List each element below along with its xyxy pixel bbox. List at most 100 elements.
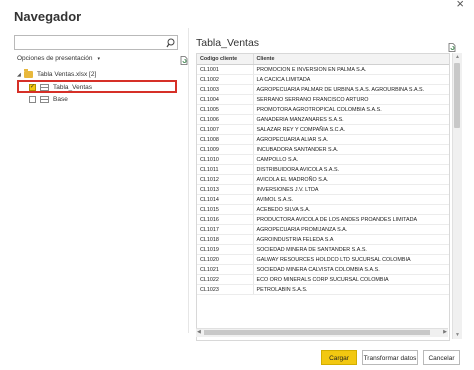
expand-caret-icon[interactable]: ◢	[17, 72, 24, 78]
cell-cliente: GALWAY RESOURCES HOLDCO LTD SUCURSAL COL…	[253, 254, 449, 265]
table-row: CL1001 PROMOCION E INVERSION EN PALMA S.A…	[197, 64, 449, 75]
cell-cliente: ECO ORO MINERALS CORP SUCURSAL COLOMBIA	[253, 274, 449, 285]
search-icon[interactable]	[166, 36, 175, 54]
table-row: CL1017 AGROPECUARIA PROMIJANZA S.A.	[197, 224, 449, 235]
vertical-scrollbar[interactable]: ▲ ▼	[452, 53, 462, 339]
cell-codigo: CL1012	[197, 174, 254, 185]
cell-codigo: CL1013	[197, 184, 254, 195]
cell-codigo: CL1016	[197, 214, 254, 225]
load-button[interactable]: Cargar	[321, 350, 357, 365]
table-row: CL1014 AVIMOL S.A.S.	[197, 194, 449, 205]
cell-codigo: CL1007	[197, 124, 254, 135]
cell-cliente: AVICOLA EL MADROÑO S.A.	[253, 174, 449, 185]
search-input[interactable]	[14, 35, 178, 50]
cell-cliente: SOCIEDAD MINERA CALVISTA COLOMBIA S.A.S.	[253, 264, 449, 275]
table-row: CL1020 GALWAY RESOURCES HOLDCO LTD SUCURS…	[197, 254, 449, 265]
selection-highlight-box	[17, 80, 177, 93]
folder-icon	[24, 69, 33, 78]
horizontal-scrollbar[interactable]: ◀ ▶	[196, 328, 448, 337]
cell-cliente: PETROLABIN S.A.S.	[253, 284, 449, 295]
table-row: CL1004 SERRANO SERRANO FRANCISCO ARTURO	[197, 94, 449, 105]
tree-item-file[interactable]: ◢ Tabla Ventas.xlsx [2]	[17, 69, 96, 80]
table-row: CL1013 INVERSIONES J.V. LTDA	[197, 184, 449, 195]
table-row: CL1019 SOCIEDAD MINERA DE SANTANDER S.A.S…	[197, 244, 449, 255]
cell-codigo: CL1009	[197, 144, 254, 155]
cell-cliente: AGROPECUARIA ALIAR S.A.	[253, 134, 449, 145]
cell-codigo: CL1002	[197, 74, 254, 85]
cell-cliente: AGROINDUSTRIA FELEDA S.A	[253, 234, 449, 245]
cell-cliente: PROMOCION E INVERSION EN PALMA S.A.	[253, 64, 449, 75]
table-row: CL1015 ACEBEDO SILVA S.A.	[197, 204, 449, 215]
cancel-button[interactable]: Cancelar	[423, 350, 460, 365]
cell-codigo: CL1005	[197, 104, 254, 115]
refresh-page-icon[interactable]	[180, 52, 188, 70]
base-checkbox[interactable]	[29, 96, 36, 103]
cell-codigo: CL1010	[197, 154, 254, 165]
scroll-up-icon[interactable]: ▲	[453, 54, 462, 60]
table-row: CL1003 AGROPECUARIA PALMAR DE URBINA S.A.…	[197, 84, 449, 95]
cell-cliente: SALAZAR REY Y COMPAÑIA S.C.A.	[253, 124, 449, 135]
scroll-right-icon[interactable]: ▶	[443, 329, 447, 335]
table-row: CL1016 PRODUCTORA AVICOLA DE LOS ANDES PR…	[197, 214, 449, 225]
transform-data-button[interactable]: Transformar datos	[362, 350, 418, 365]
close-icon[interactable]: ×	[456, 0, 464, 11]
display-options-label: Opciones de presentación	[17, 55, 93, 62]
cell-cliente: SOCIEDAD MINERA DE SANTANDER S.A.S.	[253, 244, 449, 255]
column-header-cliente[interactable]: Cliente	[253, 54, 449, 65]
cell-codigo: CL1019	[197, 244, 254, 255]
vertical-scroll-thumb[interactable]	[454, 63, 460, 128]
table-row: CL1022 ECO ORO MINERALS CORP SUCURSAL COL…	[197, 274, 449, 285]
table-row: CL1005 PROMOTORA AGROTROPICAL COLOMBIA S.…	[197, 104, 449, 115]
cell-codigo: CL1001	[197, 64, 254, 75]
cell-cliente: INVERSIONES J.V. LTDA	[253, 184, 449, 195]
tree-item-base[interactable]: Base	[29, 94, 68, 105]
chevron-down-icon: ▾	[97, 56, 101, 62]
cell-cliente: INCUBADORA SANTANDER S.A.	[253, 144, 449, 155]
table-row: CL1007 SALAZAR REY Y COMPAÑIA S.C.A.	[197, 124, 449, 135]
navigator-title: Navegador	[14, 9, 82, 24]
cell-codigo: CL1008	[197, 134, 254, 145]
cell-codigo: CL1015	[197, 204, 254, 215]
cell-cliente: AGROPECUARIA PROMIJANZA S.A.	[253, 224, 449, 235]
table-row: CL1010 CAMPOLLO S.A.	[197, 154, 449, 165]
cell-codigo: CL1020	[197, 254, 254, 265]
cell-cliente: DISTRIBUIDORA AVICOLA S.A.S.	[253, 164, 449, 175]
table-row: CL1009 INCUBADORA SANTANDER S.A.	[197, 144, 449, 155]
table-row: CL1021 SOCIEDAD MINERA CALVISTA COLOMBIA …	[197, 264, 449, 275]
cell-codigo: CL1022	[197, 274, 254, 285]
preview-title: Tabla_Ventas	[196, 37, 260, 49]
file-label: Tabla Ventas.xlsx [2]	[37, 71, 97, 78]
cell-cliente: PROMOTORA AGROTROPICAL COLOMBIA S.A.S.	[253, 104, 449, 115]
cell-cliente: LA CACICA LIMITADA	[253, 74, 449, 85]
cell-codigo: CL1003	[197, 84, 254, 95]
table-row: CL1006 GANADERIA MANZANARES S.A.S.	[197, 114, 449, 125]
display-options-dropdown[interactable]: Opciones de presentación ▾	[17, 55, 100, 62]
tree-item-label: Base	[53, 96, 68, 103]
table-row: CL1011 DISTRIBUIDORA AVICOLA S.A.S.	[197, 164, 449, 175]
horizontal-scroll-thumb[interactable]	[204, 330, 430, 335]
cell-cliente: SERRANO SERRANO FRANCISCO ARTURO	[253, 94, 449, 105]
table-row: CL1018 AGROINDUSTRIA FELEDA S.A	[197, 234, 449, 245]
cell-cliente: CAMPOLLO S.A.	[253, 154, 449, 165]
scroll-down-icon[interactable]: ▼	[453, 332, 462, 338]
cell-codigo: CL1014	[197, 194, 254, 205]
table-row: CL1002 LA CACICA LIMITADA	[197, 74, 449, 85]
column-header-codigo[interactable]: Codigo cliente	[197, 54, 254, 65]
cell-codigo: CL1023	[197, 284, 254, 295]
table-icon	[40, 96, 49, 103]
cell-codigo: CL1021	[197, 264, 254, 275]
cell-cliente: PRODUCTORA AVICOLA DE LOS ANDES PROANDES…	[253, 214, 449, 225]
cell-cliente: AVIMOL S.A.S.	[253, 194, 449, 205]
scroll-left-icon[interactable]: ◀	[197, 329, 201, 335]
table-row: CL1023 PETROLABIN S.A.S.	[197, 284, 449, 295]
preview-table: Codigo cliente Cliente CL1001 PROMOCION E…	[196, 53, 450, 341]
cell-codigo: CL1004	[197, 94, 254, 105]
panel-divider	[188, 28, 189, 333]
cell-codigo: CL1006	[197, 114, 254, 125]
cell-cliente: ACEBEDO SILVA S.A.	[253, 204, 449, 215]
cell-cliente: GANADERIA MANZANARES S.A.S.	[253, 114, 449, 125]
cell-codigo: CL1017	[197, 224, 254, 235]
table-row: CL1012 AVICOLA EL MADROÑO S.A.	[197, 174, 449, 185]
cell-codigo: CL1011	[197, 164, 254, 175]
cell-cliente: AGROPECUARIA PALMAR DE URBINA S.A.S. AGR…	[253, 84, 449, 95]
